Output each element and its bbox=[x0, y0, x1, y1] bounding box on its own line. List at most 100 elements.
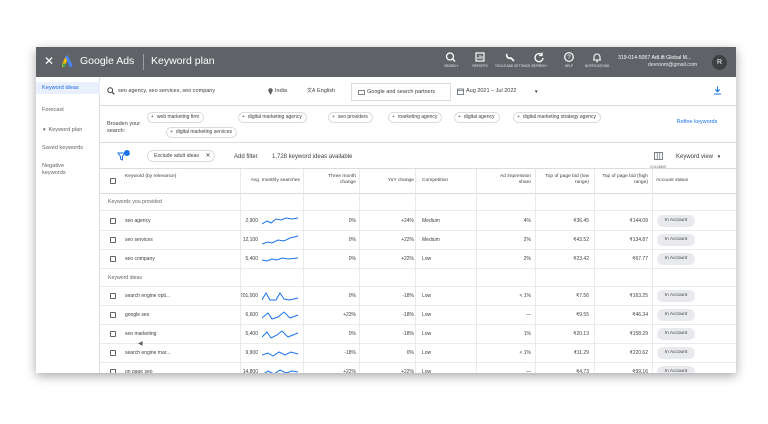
refine-keywords-link[interactable]: Refine keywords bbox=[672, 119, 722, 126]
row-checkbox[interactable] bbox=[110, 237, 116, 243]
row-checkbox[interactable] bbox=[110, 293, 116, 299]
location-selector[interactable]: India bbox=[275, 88, 287, 95]
close-icon[interactable]: ✕ bbox=[44, 54, 54, 68]
ad-impression-share-cell: < 1% bbox=[519, 293, 531, 299]
status-badge[interactable]: In Account bbox=[657, 215, 695, 227]
broaden-chip[interactable]: + web marketing firm bbox=[147, 112, 205, 123]
keyword-search-input[interactable]: seo agency, seo services, seo company bbox=[118, 88, 215, 95]
trend-sparkline[interactable] bbox=[262, 328, 300, 340]
yoy-change-cell: +22% bbox=[401, 369, 414, 373]
status-badge[interactable]: In Account bbox=[657, 253, 695, 265]
search-button[interactable]: SEARCH bbox=[436, 51, 466, 68]
broaden-chip[interactable]: + digital marketing agency bbox=[238, 112, 307, 123]
column-avg-monthly-searches[interactable]: Avg. monthly searches bbox=[200, 178, 300, 184]
broaden-chip[interactable]: + seo providers bbox=[328, 112, 373, 123]
avg-searches-cell: 201,000 bbox=[239, 293, 258, 299]
row-checkbox[interactable] bbox=[110, 369, 116, 373]
keyword-cell: seo marketing bbox=[125, 331, 157, 337]
group-keywords-provided: Keywords you provided bbox=[100, 194, 736, 211]
status-badge[interactable]: In Account bbox=[657, 309, 695, 321]
table-row[interactable]: google seo 6,600 +23% -18% Low — ₹9.55 ₹46.34 In… bbox=[100, 306, 736, 325]
broaden-chip[interactable]: + digital marketing strategy agency bbox=[513, 112, 602, 123]
notifications-button[interactable]: NOTIFICATIONS bbox=[582, 51, 612, 68]
bid-high-cell: ₹158.29 bbox=[629, 331, 648, 337]
table-row[interactable]: seo company 5,400 0% +22% Low 2% ₹23.42 ₹67.77 I… bbox=[100, 250, 736, 269]
keyword-cell: google seo bbox=[125, 312, 150, 318]
keyword-cell: search engine mar... bbox=[125, 350, 171, 356]
trend-sparkline[interactable] bbox=[262, 234, 300, 246]
yoy-change-cell: 0% bbox=[406, 350, 414, 356]
trend-sparkline[interactable] bbox=[262, 366, 300, 373]
tools-settings-button[interactable]: TOOLS AND SETTINGS bbox=[495, 51, 530, 68]
avatar[interactable]: R bbox=[712, 55, 727, 70]
chevron-down-icon[interactable]: ▼ bbox=[534, 88, 538, 95]
row-checkbox[interactable] bbox=[110, 331, 116, 337]
account-info[interactable]: 319-014-5057 AdLift Global M... devroom@… bbox=[618, 55, 710, 69]
broaden-chip[interactable]: + digital agency bbox=[454, 112, 500, 123]
columns-button[interactable]: COLUMNS bbox=[648, 147, 668, 169]
trend-sparkline[interactable] bbox=[262, 309, 300, 321]
language-selector[interactable]: English bbox=[317, 88, 335, 95]
row-checkbox[interactable] bbox=[110, 312, 116, 318]
status-badge[interactable]: In Account bbox=[657, 234, 695, 246]
reports-button[interactable]: REPORTS bbox=[465, 51, 495, 68]
nav-keyword-ideas[interactable]: Keyword ideas bbox=[36, 82, 100, 94]
trend-sparkline[interactable] bbox=[262, 253, 300, 265]
select-all-checkbox[interactable] bbox=[110, 178, 116, 184]
broaden-chip[interactable]: + marketing agency bbox=[388, 112, 443, 123]
location-pin-icon bbox=[268, 88, 273, 95]
status-badge[interactable]: In Account bbox=[657, 347, 695, 359]
table-toolbar: 1 Exclude adult ideas ✕ Add filter 1,728… bbox=[100, 144, 736, 169]
nav-negative-keywords[interactable]: Negative keywords bbox=[36, 163, 88, 177]
download-icon[interactable] bbox=[713, 86, 722, 95]
nav-saved-keywords[interactable]: Saved keywords bbox=[36, 145, 100, 152]
nav-keyword-plan[interactable]: ▼ Keyword plan bbox=[36, 126, 100, 134]
ad-impression-share-cell: 2% bbox=[523, 256, 531, 262]
refresh-button[interactable]: REFRESH bbox=[524, 51, 554, 68]
column-yoy-change[interactable]: YoY change bbox=[370, 178, 414, 184]
column-competition[interactable]: Competition bbox=[422, 178, 448, 184]
network-selector[interactable]: Google and search partners bbox=[351, 83, 451, 101]
column-divider bbox=[415, 169, 416, 373]
close-icon[interactable]: ✕ bbox=[205, 153, 210, 159]
add-filter-button[interactable]: Add filter bbox=[234, 153, 258, 161]
table-row[interactable]: seo services 12,100 0% +22% Medium 2% ₹43.52 ₹1… bbox=[100, 231, 736, 250]
exclude-adult-chip[interactable]: Exclude adult ideas ✕ bbox=[147, 150, 216, 162]
column-bid-low[interactable]: Top of page bid (low range) bbox=[537, 174, 589, 186]
table-row[interactable]: search engine opti... 201,000 0% -18% Low < 1… bbox=[100, 287, 736, 306]
keyword-view-selector[interactable]: Keyword view ▼ bbox=[676, 153, 721, 161]
table-row[interactable]: seo marketing 5,400 0% -18% Low 1% ₹20.13 ₹158.… bbox=[100, 325, 736, 344]
scroll-left-icon[interactable]: ◀ bbox=[138, 341, 143, 348]
keyword-cell: on page seo bbox=[125, 369, 153, 373]
column-divider bbox=[476, 169, 477, 373]
table-row[interactable]: seo agency 2,900 0% +24% Medium 4% ₹36.45 ₹144.… bbox=[100, 212, 736, 231]
status-badge[interactable]: In Account bbox=[657, 366, 695, 373]
column-three-month-change[interactable]: Three month change bbox=[320, 174, 356, 186]
date-range-selector[interactable]: Aug 2021 – Jul 2022 bbox=[466, 88, 516, 95]
status-badge[interactable]: In Account bbox=[657, 290, 695, 302]
column-bid-high[interactable]: Top of page bid (high range) bbox=[596, 174, 648, 186]
column-keyword[interactable]: Keyword (by relevance) bbox=[125, 174, 185, 180]
yoy-change-cell: +22% bbox=[401, 237, 414, 243]
ad-impression-share-cell: 2% bbox=[523, 237, 531, 243]
bid-low-cell: ₹7.56 bbox=[576, 293, 589, 299]
column-ad-impression-share[interactable]: Ad impression share bbox=[495, 174, 531, 186]
bid-high-cell: ₹163.25 bbox=[629, 293, 648, 299]
status-badge[interactable]: In Account bbox=[657, 328, 695, 340]
row-checkbox[interactable] bbox=[110, 256, 116, 262]
row-checkbox[interactable] bbox=[110, 350, 116, 356]
calendar-icon bbox=[457, 88, 464, 95]
help-button[interactable]: ? HELP bbox=[554, 51, 584, 68]
trend-sparkline[interactable] bbox=[262, 215, 300, 227]
column-account-status[interactable]: Account status bbox=[656, 178, 688, 184]
trend-sparkline[interactable] bbox=[262, 290, 300, 302]
nav-forecast[interactable]: Forecast bbox=[36, 107, 100, 114]
bid-high-cell: ₹99.16 bbox=[632, 369, 648, 373]
table-row[interactable]: on page seo 14,800 +22% +22% Low — ₹4.73 ₹99.16… bbox=[100, 363, 736, 373]
avg-searches-cell: 14,800 bbox=[242, 369, 258, 373]
table-row[interactable]: search engine mar... 9,900 -18% 0% Low < 1% ₹1… bbox=[100, 344, 736, 363]
trend-sparkline[interactable] bbox=[262, 347, 300, 359]
broaden-chip[interactable]: + digital marketing services bbox=[166, 127, 238, 138]
row-checkbox[interactable] bbox=[110, 218, 116, 224]
three-month-change-cell: +23% bbox=[343, 312, 356, 318]
